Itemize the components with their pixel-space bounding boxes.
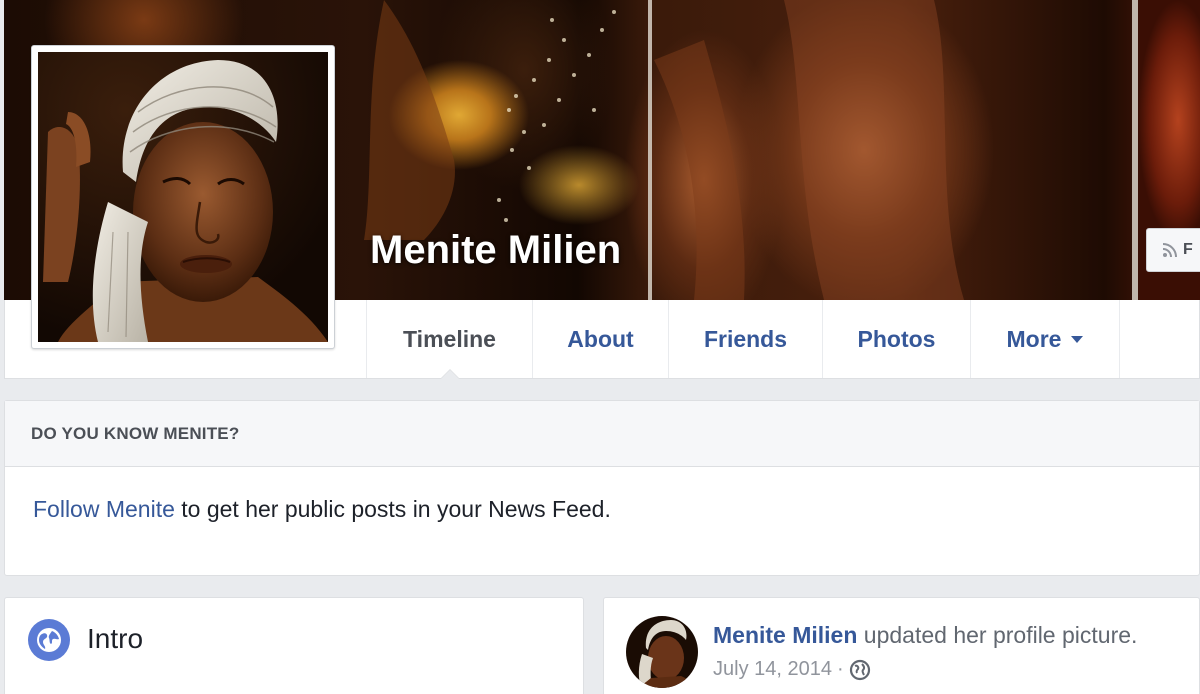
- post-author-link[interactable]: Menite Milien: [713, 622, 857, 648]
- profile-nav-tabs: Timeline About Friends Photos More: [366, 300, 1120, 379]
- cover-photo-divider: [648, 0, 652, 300]
- post-meta: July 14, 2014 ·: [713, 658, 871, 681]
- follow-link[interactable]: Follow Menite: [33, 496, 175, 522]
- intro-card: Intro: [4, 597, 584, 694]
- tab-friends[interactable]: Friends: [668, 300, 822, 378]
- profile-picture[interactable]: [31, 45, 335, 349]
- globe-icon[interactable]: [849, 659, 871, 681]
- profile-photo: [38, 52, 328, 342]
- tab-photos[interactable]: Photos: [822, 300, 970, 378]
- active-tab-indicator: [439, 369, 460, 379]
- tab-more[interactable]: More: [970, 300, 1120, 378]
- do-you-know-body: Follow Menite to get her public posts in…: [5, 467, 1199, 523]
- post-meta-separator: ·: [836, 658, 844, 680]
- do-you-know-text: to get her public posts in your News Fee…: [174, 496, 611, 522]
- post-card: Menite Milien updated her profile pictur…: [603, 597, 1200, 694]
- do-you-know-card: DO YOU KNOW MENITE? Follow Menite to get…: [4, 400, 1200, 576]
- follow-button[interactable]: F: [1146, 228, 1200, 272]
- intro-title: Intro: [87, 623, 144, 654]
- tab-label: Friends: [703, 325, 788, 352]
- profile-name[interactable]: Menite Milien: [370, 228, 621, 273]
- tab-timeline[interactable]: Timeline: [366, 300, 532, 379]
- caret-down-icon: [1071, 335, 1084, 343]
- do-you-know-heading: DO YOU KNOW MENITE?: [5, 401, 1199, 467]
- post-author-avatar[interactable]: [626, 616, 698, 688]
- tab-label: More: [1006, 325, 1062, 352]
- tab-label: Timeline: [403, 325, 496, 352]
- post-action: updated her profile picture.: [857, 622, 1138, 648]
- post-headline: Menite Milien updated her profile pictur…: [713, 622, 1137, 649]
- rss-icon: [1162, 243, 1177, 258]
- tab-label: About: [567, 325, 634, 352]
- post-date-link[interactable]: July 14, 2014: [713, 658, 832, 681]
- globe-icon: [28, 619, 70, 661]
- tab-label: Photos: [857, 325, 936, 352]
- tab-about[interactable]: About: [532, 300, 668, 378]
- follow-button-label: F: [1183, 241, 1193, 258]
